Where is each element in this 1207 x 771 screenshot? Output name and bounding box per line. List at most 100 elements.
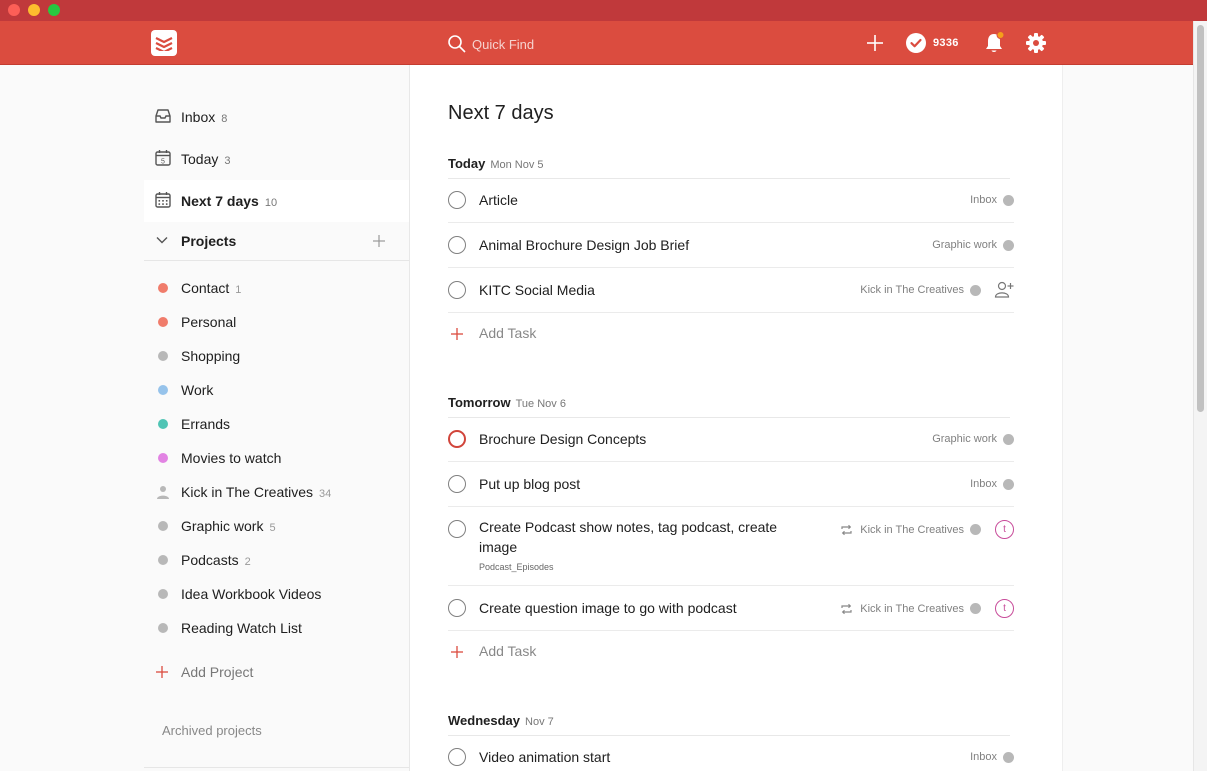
recurring-icon (841, 603, 852, 614)
recurring-icon (841, 524, 852, 535)
task-content[interactable]: Put up blog post (479, 474, 580, 494)
task-checkbox[interactable] (448, 599, 466, 617)
task-content[interactable]: Video animation start (479, 747, 610, 767)
close-window-button[interactable] (8, 4, 20, 16)
project-label: Errands (181, 416, 231, 432)
add-task-button[interactable]: Add Task (448, 322, 748, 346)
window-title-bar (0, 0, 1207, 21)
task-checkbox[interactable] (448, 520, 466, 538)
add-project-plus-icon[interactable] (372, 234, 386, 248)
project-item-movies-to-watch[interactable]: Movies to watch (144, 441, 409, 475)
task-content[interactable]: Animal Brochure Design Job Brief (479, 235, 689, 255)
top-bar: 9336 (0, 21, 1193, 65)
sidebar-item-next-7-days[interactable]: Next 7 days 10 (144, 180, 409, 222)
project-item-personal[interactable]: Personal (144, 305, 409, 339)
project-count: 2 (244, 556, 251, 568)
add-task-label: Add Task (479, 643, 537, 659)
settings-gear-icon[interactable] (1025, 32, 1047, 54)
search-icon[interactable] (447, 34, 467, 54)
task-project-name[interactable]: Inbox (970, 194, 997, 206)
assignee-avatar[interactable]: t (995, 520, 1014, 539)
sidebar-divider (144, 767, 409, 768)
sidebar-item-count: 10 (264, 197, 278, 209)
project-item-kick-in-the-creatives[interactable]: Kick in The Creatives 34 (144, 475, 409, 509)
project-item-errands[interactable]: Errands (144, 407, 409, 441)
section-date: Mon Nov 5 (490, 159, 544, 171)
project-color-dot (1003, 194, 1014, 206)
project-label: Shopping (181, 348, 241, 364)
task-checkbox[interactable] (448, 191, 466, 209)
task-content[interactable]: Article (479, 190, 518, 210)
project-item-idea-workbook-videos[interactable]: Idea Workbook Videos (144, 577, 409, 611)
add-task-label: Add Task (479, 325, 537, 341)
project-color-dot (970, 524, 981, 535)
section-day: Today (448, 156, 486, 171)
main-content: Next 7 days Today Mon Nov 5 Article Inbox… (409, 65, 1063, 771)
scrollbar-thumb[interactable] (1197, 25, 1204, 412)
task-item[interactable]: Put up blog post Inbox (448, 462, 1014, 507)
archived-projects-link[interactable]: Archived projects (162, 723, 262, 738)
task-item[interactable]: Create question image to go with podcast… (448, 586, 1014, 631)
task-project-name[interactable]: Kick in The Creatives (860, 524, 964, 536)
project-item-graphic-work[interactable]: Graphic work 5 (144, 509, 409, 543)
add-task-button[interactable]: Add Task (448, 640, 748, 664)
project-item-podcasts[interactable]: Podcasts 2 (144, 543, 409, 577)
sidebar-item-label: Inbox (181, 109, 216, 125)
task-content-line: image (479, 539, 518, 555)
assign-person-icon[interactable] (994, 280, 1014, 300)
task-content[interactable]: Create Podcast show notes, tag podcast, … (479, 517, 809, 557)
project-item-reading-watch-list[interactable]: Reading Watch List (144, 611, 409, 645)
chevron-down-icon[interactable] (155, 233, 169, 247)
task-checkbox[interactable] (448, 281, 466, 299)
project-label: Work (181, 382, 214, 398)
plus-icon (156, 666, 168, 678)
sidebar-item-inbox[interactable]: Inbox 8 (144, 96, 409, 138)
task-checkbox[interactable] (448, 475, 466, 493)
task-item[interactable]: Article Inbox (448, 178, 1014, 223)
plus-icon (451, 646, 463, 658)
project-item-work[interactable]: Work (144, 373, 409, 407)
task-project-name[interactable]: Graphic work (932, 433, 997, 445)
project-color-dot (970, 284, 981, 296)
project-item-contact[interactable]: Contact 1 (144, 271, 409, 305)
project-color-dot (970, 603, 981, 614)
task-item[interactable]: Video animation start Inbox (448, 735, 1014, 771)
project-color-dot (1003, 751, 1014, 763)
add-task-icon[interactable] (864, 32, 886, 54)
task-project-name[interactable]: Graphic work (932, 239, 997, 251)
task-project-name[interactable]: Inbox (970, 478, 997, 490)
notifications-bell-icon[interactable] (983, 31, 1005, 55)
todoist-logo-icon[interactable] (151, 30, 177, 56)
page-title: Next 7 days (448, 102, 554, 124)
task-item[interactable]: Create Podcast show notes, tag podcast, … (448, 507, 1014, 586)
projects-label: Projects (181, 233, 237, 249)
project-item-shopping[interactable]: Shopping (144, 339, 409, 373)
task-project-name[interactable]: Kick in The Creatives (860, 284, 964, 296)
minimize-window-button[interactable] (28, 4, 40, 16)
task-item[interactable]: KITC Social Media Kick in The Creatives (448, 268, 1014, 313)
task-project-name[interactable]: Kick in The Creatives (860, 603, 964, 615)
add-project-button[interactable]: Add Project (144, 655, 409, 689)
project-color-dot (158, 555, 168, 565)
task-checkbox[interactable] (448, 236, 466, 254)
scrollbar[interactable] (1193, 21, 1207, 771)
karma-button[interactable]: 9336 (906, 32, 959, 54)
section-day: Tomorrow (448, 395, 511, 410)
project-color-dot (1003, 239, 1014, 251)
task-item[interactable]: Brochure Design Concepts Graphic work (448, 417, 1014, 462)
quick-find-input[interactable] (472, 33, 772, 55)
sidebar-item-count: 3 (224, 155, 231, 167)
task-label[interactable]: Podcast_Episodes (479, 562, 554, 572)
sidebar-item-today[interactable]: 5 Today 3 (144, 138, 409, 180)
projects-header[interactable]: Projects (144, 221, 409, 261)
task-content[interactable]: KITC Social Media (479, 280, 595, 300)
assignee-avatar[interactable]: t (995, 599, 1014, 618)
project-color-dot (158, 317, 168, 327)
task-content[interactable]: Brochure Design Concepts (479, 429, 646, 449)
task-item[interactable]: Animal Brochure Design Job Brief Graphic… (448, 223, 1014, 268)
zoom-window-button[interactable] (48, 4, 60, 16)
task-content[interactable]: Create question image to go with podcast (479, 598, 737, 618)
task-project-name[interactable]: Inbox (970, 751, 997, 763)
task-checkbox-priority-1[interactable] (448, 430, 466, 448)
task-checkbox[interactable] (448, 748, 466, 766)
